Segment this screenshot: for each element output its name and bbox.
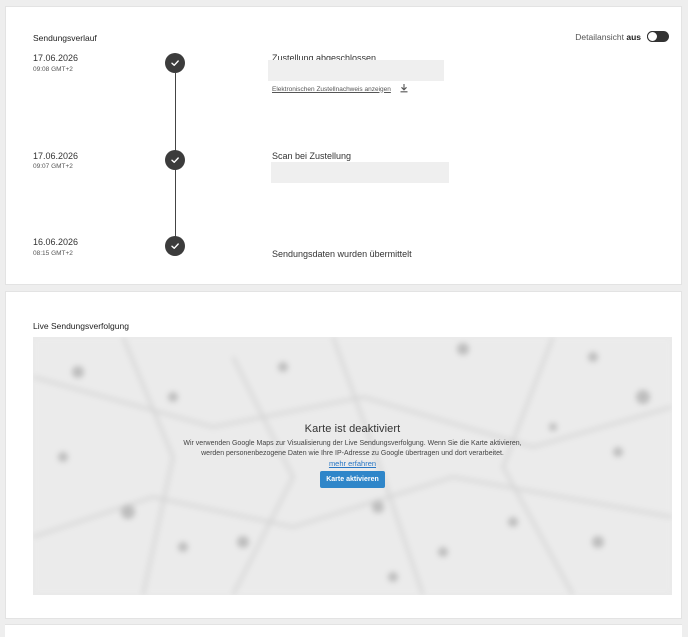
map-disabled-overlay: Karte ist deaktiviert Wir verwenden Goog… [33, 423, 672, 488]
map-heading: Karte ist deaktiviert [304, 423, 401, 435]
event-time: 09:07 GMT+2 [33, 163, 73, 170]
event-title: Scan bei Zustellung [272, 151, 352, 161]
event-date: 17.06.2026 [33, 53, 79, 63]
activate-map-button[interactable]: Karte aktivieren [320, 471, 385, 488]
event-time: 08:15 GMT+2 [33, 250, 73, 257]
event-time: 09:08 GMT+2 [33, 66, 73, 73]
shipment-history-card: Sendungsverlauf Detailansicht aus 17.06.… [5, 6, 682, 285]
history-title: Sendungsverlauf [33, 33, 97, 43]
check-icon [165, 236, 185, 256]
delivery-proof-link[interactable]: Elektronischen Zustellnachweis anzeigen [272, 83, 409, 95]
map-description: Wir verwenden Google Maps zur Visualisie… [183, 440, 522, 457]
event-date: 16.06.2026 [33, 237, 79, 247]
next-card-edge [5, 624, 682, 637]
detail-view-label: Detailansicht aus [575, 31, 641, 42]
event-date: 17.06.2026 [33, 151, 79, 161]
event-title: Sendungsdaten wurden übermittelt [272, 249, 412, 259]
more-info-link[interactable]: mehr erfahren [33, 459, 672, 468]
live-tracking-card: Live Sendungsverfolgung Karte ist deakti… [5, 291, 682, 619]
detail-view-toggle[interactable] [647, 31, 669, 42]
event-detail-placeholder [268, 60, 444, 81]
map-placeholder: Karte ist deaktiviert Wir verwenden Goog… [33, 337, 672, 595]
event-detail-placeholder [271, 162, 449, 183]
detail-view-toggle-wrap: Detailansicht aus [575, 31, 669, 42]
check-icon [165, 53, 185, 73]
download-icon [399, 83, 409, 95]
live-tracking-title: Live Sendungsverfolgung [33, 321, 129, 331]
check-icon [165, 150, 185, 170]
